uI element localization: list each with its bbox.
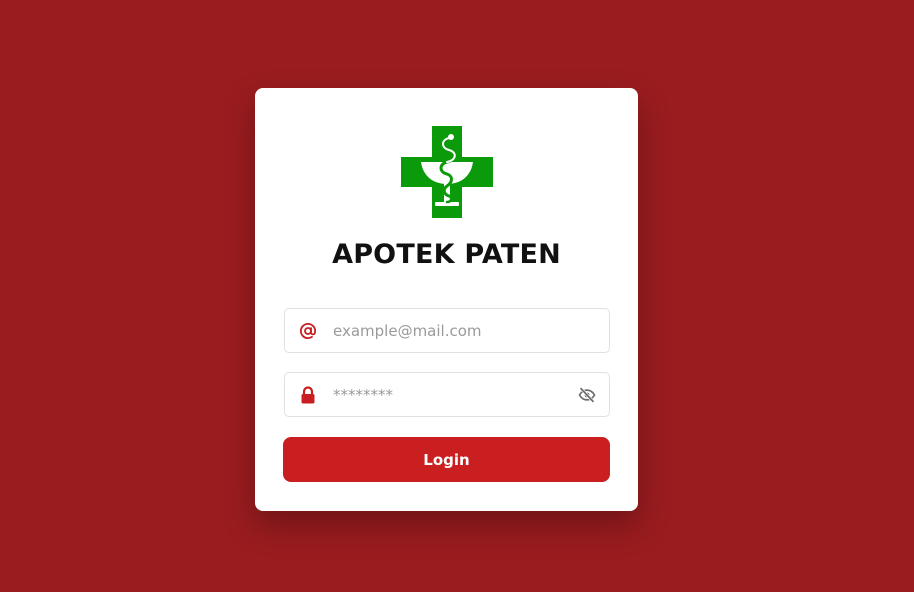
email-input[interactable] bbox=[331, 309, 609, 352]
brand-title: APOTEK PATEN bbox=[332, 239, 561, 270]
login-card: APOTEK PATEN Login bbox=[255, 88, 638, 511]
email-field[interactable] bbox=[284, 308, 610, 353]
login-button[interactable]: Login bbox=[283, 437, 610, 482]
lock-icon bbox=[285, 373, 331, 416]
eye-off-icon[interactable] bbox=[565, 373, 609, 416]
password-field[interactable] bbox=[284, 372, 610, 417]
pharmacy-cross-icon bbox=[401, 126, 493, 218]
at-icon bbox=[285, 309, 331, 352]
password-input[interactable] bbox=[331, 373, 565, 416]
